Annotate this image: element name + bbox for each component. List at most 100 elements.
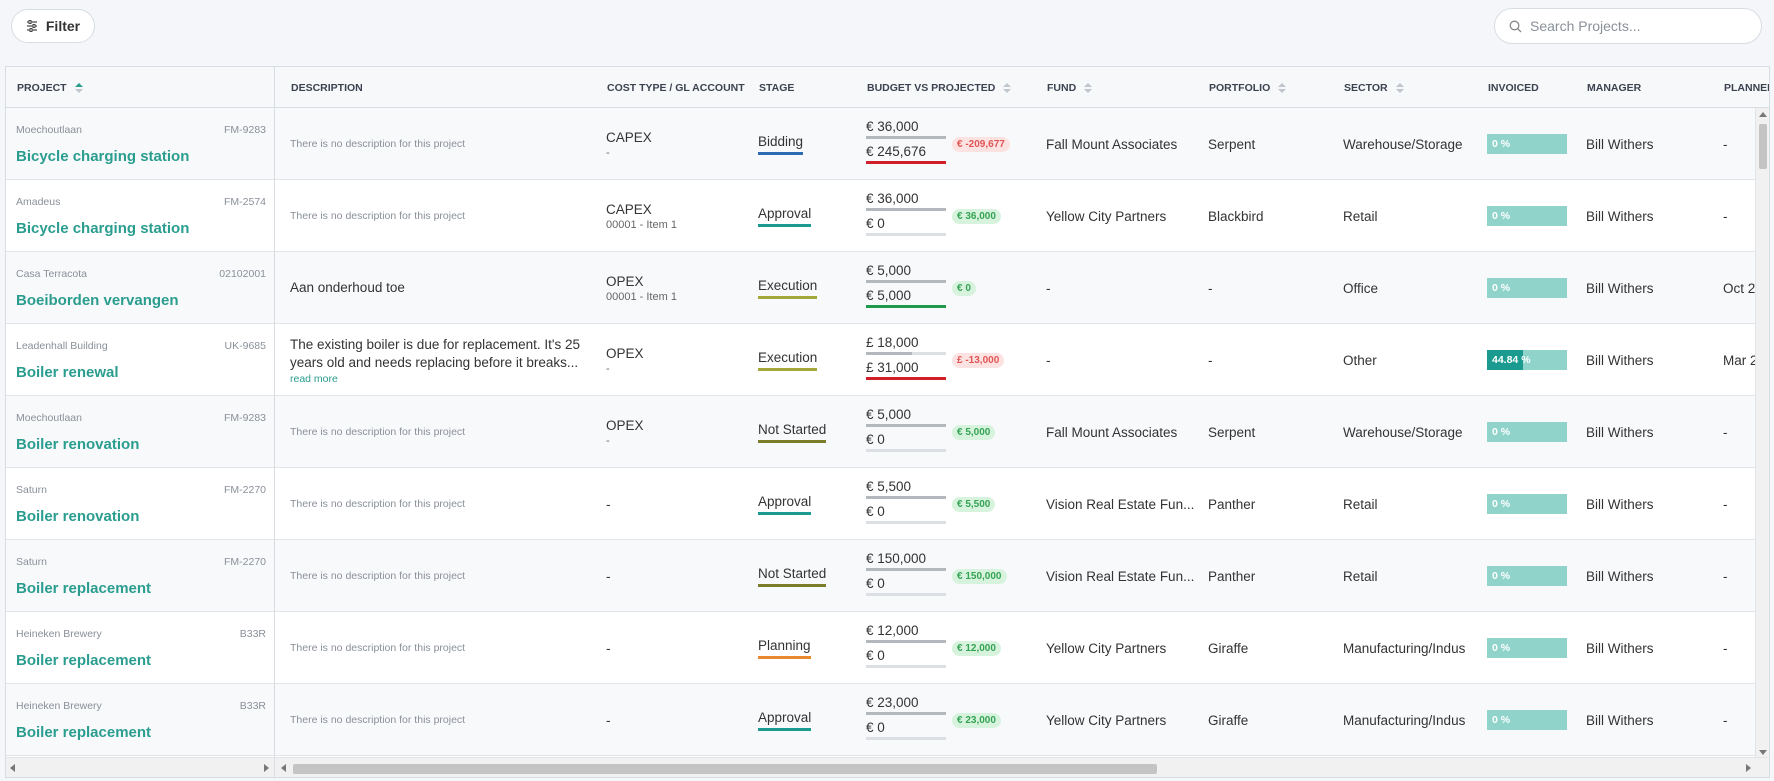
stage-label: Not Started	[758, 422, 827, 443]
description-cell: There is no description for this project	[280, 684, 596, 756]
table-row[interactable]: Heineken Brewery B33R Boiler replacement Th…	[6, 612, 1769, 684]
project-site: Leadenhall Building	[16, 339, 108, 352]
project-name-link[interactable]: Boiler renovation	[16, 508, 274, 525]
vertical-scroll-thumb[interactable]	[1759, 124, 1767, 169]
table-row[interactable]: Heineken Brewery B33R Boiler replacement Th…	[6, 684, 1769, 756]
vertical-scrollbar[interactable]	[1755, 108, 1769, 759]
toolbar: Filter	[0, 0, 1774, 56]
project-cell[interactable]: Amadeus FM-2574 Bicycle charging station	[6, 180, 274, 252]
project-name-link[interactable]: Boeiborden vervangen	[16, 292, 274, 309]
table-row[interactable]: Leadenhall Building UK-9685 Boiler renewal…	[6, 324, 1769, 396]
table-row[interactable]: Moechoutlaan FM-9283 Boiler renovation Ther…	[6, 396, 1769, 468]
project-code: FM-9283	[223, 123, 266, 136]
planned-cell: -	[1713, 684, 1757, 756]
scroll-left-arrow-icon[interactable]	[281, 764, 286, 772]
project-name-link[interactable]: Boiler replacement	[16, 652, 274, 669]
column-header-stage[interactable]: STAGE	[748, 67, 794, 108]
planned-date: -	[1723, 568, 1728, 584]
column-header-description[interactable]: DESCRIPTION	[280, 67, 363, 108]
stage-cell: Execution	[748, 252, 856, 324]
project-name-link[interactable]: Boiler renovation	[16, 436, 274, 453]
budget-value: € 150,000	[866, 551, 927, 566]
project-cell[interactable]: Moechoutlaan FM-9283 Bicycle charging stat…	[6, 108, 274, 180]
project-name-link[interactable]: Bicycle charging station	[16, 148, 274, 165]
project-code: FM-9283	[223, 411, 266, 424]
table-row[interactable]: Saturn FM-2270 Boiler renovation There is n…	[6, 468, 1769, 540]
cost-type: -	[606, 496, 611, 512]
planned-cell: -	[1713, 612, 1757, 684]
horizontal-scrollbar[interactable]	[6, 757, 1769, 777]
invoiced-cell: 44.84 %	[1477, 324, 1576, 396]
description-cell: The existing boiler is due for replaceme…	[280, 324, 596, 396]
manager-cell: Bill Withers	[1576, 108, 1713, 180]
column-header-portfolio[interactable]: PORTFOLIO	[1198, 67, 1287, 108]
table-row[interactable]: Casa Terracota 02102001 Boeiborden vervang…	[6, 252, 1769, 324]
column-header-sector[interactable]: SECTOR	[1333, 67, 1404, 108]
sector-cell: Retail	[1333, 540, 1468, 612]
sort-icon[interactable]	[1003, 82, 1012, 93]
search-box[interactable]	[1494, 8, 1762, 44]
fund-cell: Yellow City Partners	[1036, 180, 1198, 252]
cost-type: -	[606, 568, 611, 584]
project-name-link[interactable]: Boiler renewal	[16, 364, 274, 381]
column-header-manager[interactable]: MANAGER	[1576, 67, 1641, 108]
column-header-fund[interactable]: FUND	[1036, 67, 1093, 108]
scroll-right-arrow-icon[interactable]	[264, 764, 269, 772]
scroll-right-arrow-icon[interactable]	[1746, 764, 1751, 772]
scroll-up-arrow-icon[interactable]	[1759, 112, 1767, 117]
sector-name: Warehouse/Storage	[1343, 424, 1463, 440]
budget-difference-badge: € 36,000	[952, 208, 1001, 224]
planned-cell: Mar 2	[1713, 324, 1757, 396]
horizontal-scroll-thumb[interactable]	[293, 764, 1157, 774]
column-header-budget[interactable]: BUDGET VS PROJECTED	[856, 67, 1012, 108]
invoiced-percent: 0 %	[1492, 498, 1511, 510]
project-cell[interactable]: Casa Terracota 02102001 Boeiborden vervang…	[6, 252, 274, 324]
project-name-link[interactable]: Bicycle charging station	[16, 220, 274, 237]
column-header-project[interactable]: PROJECT	[6, 67, 83, 108]
scroll-down-arrow-icon[interactable]	[1759, 750, 1767, 755]
scroll-left-arrow-icon[interactable]	[10, 764, 15, 772]
manager-name: Bill Withers	[1586, 712, 1654, 728]
project-cell[interactable]: Heineken Brewery B33R Boiler replacement	[6, 684, 274, 756]
invoiced-progress-bar: 0 %	[1487, 422, 1567, 442]
column-header-cost-type[interactable]: COST TYPE / GL ACCOUNT	[596, 67, 745, 108]
read-more-link[interactable]: read more	[290, 373, 596, 385]
filter-button[interactable]: Filter	[11, 9, 95, 43]
project-name-link[interactable]: Boiler replacement	[16, 580, 274, 597]
stage-label: Approval	[758, 494, 812, 515]
sort-icon[interactable]	[1278, 82, 1287, 93]
sort-icon[interactable]	[1084, 82, 1093, 93]
budget-value: € 12,000	[866, 623, 919, 638]
planned-date: -	[1723, 424, 1728, 440]
manager-name: Bill Withers	[1586, 136, 1654, 152]
project-cell[interactable]: Moechoutlaan FM-9283 Boiler renovation	[6, 396, 274, 468]
budget-cell: £ 18,000 £ 31,000 £ -13,000	[856, 324, 1036, 396]
project-description: There is no description for this project	[290, 498, 466, 510]
sector-name: Other	[1343, 352, 1377, 368]
portfolio-name: Serpent	[1208, 136, 1256, 152]
budget-value: € 23,000	[866, 695, 919, 710]
invoiced-percent: 44.84 %	[1492, 354, 1531, 366]
table-row[interactable]: Saturn FM-2270 Boiler replacement There is …	[6, 540, 1769, 612]
sort-icon[interactable]	[1395, 82, 1404, 93]
invoiced-progress-bar: 0 %	[1487, 494, 1567, 514]
planned-cell: -	[1713, 540, 1757, 612]
table-row[interactable]: Moechoutlaan FM-9283 Bicycle charging stat…	[6, 108, 1769, 180]
project-cell[interactable]: Saturn FM-2270 Boiler replacement	[6, 540, 274, 612]
table-row[interactable]: Amadeus FM-2574 Bicycle charging station Th…	[6, 180, 1769, 252]
project-cell[interactable]: Saturn FM-2270 Boiler renovation	[6, 468, 274, 540]
portfolio-cell: -	[1198, 324, 1333, 396]
project-code: UK-9685	[224, 339, 266, 352]
project-cell[interactable]: Heineken Brewery B33R Boiler replacement	[6, 612, 274, 684]
project-cell[interactable]: Leadenhall Building UK-9685 Boiler renewal	[6, 324, 274, 396]
search-input[interactable]	[1530, 18, 1730, 34]
project-name-link[interactable]: Boiler replacement	[16, 724, 274, 741]
column-header-planned[interactable]: PLANNED S	[1713, 67, 1769, 108]
portfolio-name: -	[1208, 352, 1213, 368]
column-header-invoiced[interactable]: INVOICED	[1477, 67, 1539, 108]
planned-date: -	[1723, 136, 1728, 152]
fund-cell: Vision Real Estate Fun...	[1036, 540, 1198, 612]
sort-icon[interactable]	[74, 82, 83, 93]
stage-cell: Not Started	[748, 540, 856, 612]
projected-bar	[866, 665, 946, 668]
